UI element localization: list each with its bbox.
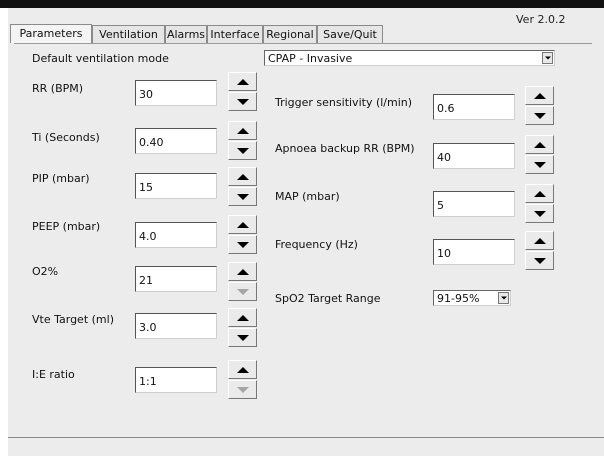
arrow-up-icon xyxy=(236,221,249,228)
rr-input[interactable]: 30 xyxy=(135,80,217,106)
tab-regional[interactable]: Regional xyxy=(263,25,317,43)
default-mode-value: CPAP - Invasive xyxy=(268,52,353,65)
vte-target-stepper[interactable] xyxy=(228,308,257,348)
spo2-target-range-value: 91-95% xyxy=(437,292,480,305)
status-divider xyxy=(8,437,604,438)
arrow-down-icon xyxy=(236,98,249,105)
ti-decrease-button[interactable] xyxy=(228,141,257,160)
arrow-down-icon xyxy=(236,386,249,393)
tab-ventilation[interactable]: Ventilation xyxy=(92,25,165,43)
o2-label: O2% xyxy=(32,265,59,278)
arrow-down-icon xyxy=(533,210,546,217)
arrow-up-icon xyxy=(236,78,249,85)
apnoea-backup-rr-decrease-button[interactable] xyxy=(525,155,554,174)
arrow-up-icon xyxy=(236,268,249,275)
map-decrease-button[interactable] xyxy=(525,204,554,223)
arrow-down-icon xyxy=(236,193,249,200)
chevron-down-icon[interactable] xyxy=(542,52,553,64)
map-increase-button[interactable] xyxy=(525,184,554,203)
peep-input[interactable]: 4.0 xyxy=(135,222,217,248)
peep-decrease-button[interactable] xyxy=(228,235,257,254)
peep-stepper[interactable] xyxy=(228,215,257,255)
pip-increase-button[interactable] xyxy=(228,167,257,186)
map-stepper[interactable] xyxy=(525,184,554,224)
arrow-down-icon xyxy=(533,161,546,168)
arrow-up-icon xyxy=(533,237,546,244)
rr-increase-button[interactable] xyxy=(228,72,257,91)
map-input[interactable]: 5 xyxy=(433,191,515,217)
apnoea-backup-rr-stepper[interactable] xyxy=(525,135,554,175)
rr-decrease-button[interactable] xyxy=(228,92,257,111)
peep-increase-button[interactable] xyxy=(228,215,257,234)
chevron-down-icon[interactable] xyxy=(498,292,509,304)
ie-ratio-label: I:E ratio xyxy=(32,368,75,381)
ie-ratio-increase-button[interactable] xyxy=(228,360,257,379)
arrow-up-icon xyxy=(533,141,546,148)
arrow-up-icon xyxy=(236,314,249,321)
peep-label: PEEP (mbar) xyxy=(32,220,101,233)
arrow-up-icon xyxy=(236,173,249,180)
trigger-sensitivity-increase-button[interactable] xyxy=(525,86,554,105)
rr-label: RR (BPM) xyxy=(32,82,84,95)
ti-input[interactable]: 0.40 xyxy=(135,128,217,154)
o2-increase-button[interactable] xyxy=(228,262,257,281)
arrow-up-icon xyxy=(533,190,546,197)
rr-stepper[interactable] xyxy=(228,72,257,112)
o2-input[interactable]: 21 xyxy=(135,266,217,292)
arrow-down-icon xyxy=(236,147,249,154)
arrow-down-icon xyxy=(236,334,249,341)
frequency-stepper[interactable] xyxy=(525,231,554,271)
arrow-up-icon xyxy=(236,366,249,373)
spo2-target-range-select[interactable]: 91-95% xyxy=(433,290,511,306)
ti-label: Ti (Seconds) xyxy=(32,131,100,144)
default-mode-select[interactable]: CPAP - Invasive xyxy=(264,50,555,66)
arrow-down-icon xyxy=(533,112,546,119)
tab-alarms[interactable]: Alarms xyxy=(165,25,207,43)
ti-increase-button[interactable] xyxy=(228,121,257,140)
trigger-sensitivity-label: Trigger sensitivity (l/min) xyxy=(275,96,413,109)
spo2-target-range-label: SpO2 Target Range xyxy=(275,292,381,305)
apnoea-backup-rr-label: Apnoea backup RR (BPM) xyxy=(275,142,415,155)
arrow-down-icon xyxy=(533,257,546,264)
tab-parameters[interactable]: Parameters xyxy=(10,24,92,43)
ie-ratio-decrease-button[interactable] xyxy=(228,380,257,399)
tab-save-quit[interactable]: Save/Quit xyxy=(317,25,383,43)
tab-panel-border xyxy=(14,43,592,44)
o2-decrease-button[interactable] xyxy=(228,282,257,301)
vte-target-decrease-button[interactable] xyxy=(228,328,257,347)
arrow-up-icon xyxy=(236,127,249,134)
pip-input[interactable]: 15 xyxy=(135,173,217,199)
vte-target-input[interactable]: 3.0 xyxy=(135,313,217,339)
frequency-increase-button[interactable] xyxy=(525,231,554,250)
vte-target-increase-button[interactable] xyxy=(228,308,257,327)
trigger-sensitivity-stepper[interactable] xyxy=(525,86,554,126)
arrow-up-icon xyxy=(533,92,546,99)
map-label: MAP (mbar) xyxy=(275,190,340,203)
window-top-border xyxy=(0,0,604,8)
vte-target-label: Vte Target (ml) xyxy=(32,313,114,326)
pip-decrease-button[interactable] xyxy=(228,187,257,206)
frequency-decrease-button[interactable] xyxy=(525,251,554,270)
trigger-sensitivity-decrease-button[interactable] xyxy=(525,106,554,125)
pip-stepper[interactable] xyxy=(228,167,257,207)
frequency-input[interactable]: 10 xyxy=(433,239,515,265)
version-label: Ver 2.0.2 xyxy=(516,13,566,26)
pip-label: PIP (mbar) xyxy=(32,172,90,185)
apnoea-backup-rr-increase-button[interactable] xyxy=(525,135,554,154)
default-mode-label: Default ventilation mode xyxy=(32,52,169,65)
trigger-sensitivity-input[interactable]: 0.6 xyxy=(433,94,515,120)
apnoea-backup-rr-input[interactable]: 40 xyxy=(433,143,515,169)
arrow-down-icon xyxy=(236,241,249,248)
ie-ratio-input[interactable]: 1:1 xyxy=(135,367,217,393)
frequency-label: Frequency (Hz) xyxy=(275,238,358,251)
ie-ratio-stepper[interactable] xyxy=(228,360,257,400)
arrow-down-icon xyxy=(236,288,249,295)
o2-stepper[interactable] xyxy=(228,262,257,302)
tab-interface[interactable]: Interface xyxy=(207,25,263,43)
ti-stepper[interactable] xyxy=(228,121,257,161)
